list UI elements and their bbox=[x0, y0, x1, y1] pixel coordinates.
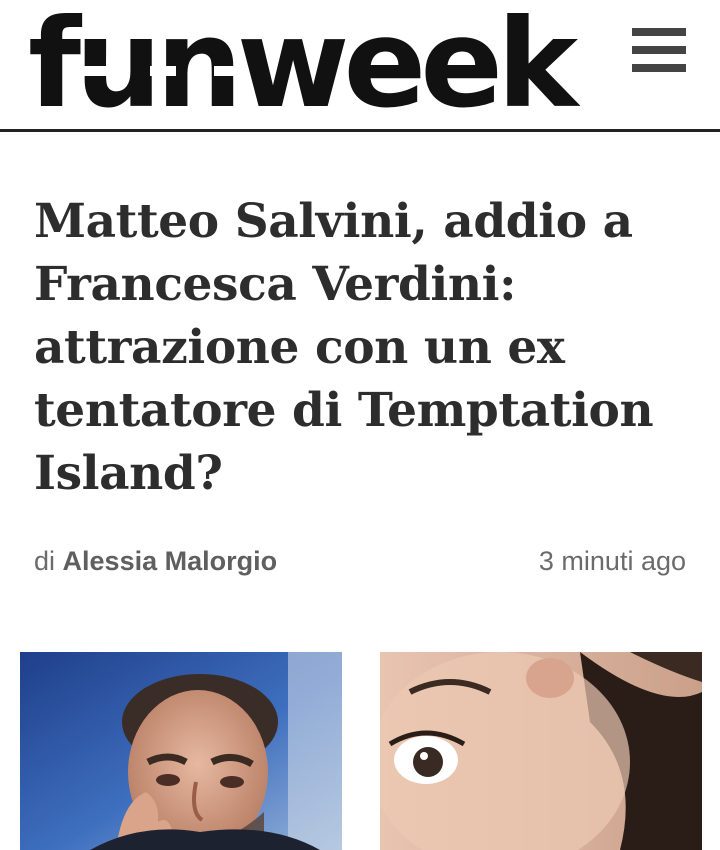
site-logo[interactable]: funweek bbox=[28, 2, 578, 127]
article-title: Matteo Salvini, addio a Francesca Verdin… bbox=[34, 190, 704, 505]
author-link[interactable]: Alessia Malorgio bbox=[63, 546, 278, 576]
woman-portrait-photo[interactable] bbox=[380, 652, 702, 850]
article-title-line: Island? bbox=[34, 446, 223, 501]
man-portrait-illustration bbox=[20, 652, 342, 850]
byline: di Alessia Malorgio bbox=[34, 546, 277, 577]
logo-cut bbox=[82, 66, 108, 76]
hamburger-icon[interactable] bbox=[628, 26, 690, 76]
logo-text: funweek bbox=[28, 0, 578, 135]
article-title-line: attrazione con un ex bbox=[34, 320, 565, 375]
woman-portrait-illustration bbox=[380, 652, 702, 850]
site-header: funweek bbox=[0, 0, 720, 132]
logo-cut bbox=[150, 66, 176, 76]
byline-prefix: di bbox=[34, 546, 56, 576]
man-portrait-photo[interactable] bbox=[20, 652, 342, 850]
article-title-line: tentatore di Temptation bbox=[34, 383, 654, 438]
logo-cut bbox=[214, 66, 240, 76]
article-timestamp: 3 minuti ago bbox=[538, 546, 686, 576]
article-title-line: Francesca Verdini: bbox=[34, 257, 517, 312]
article-title-line: Matteo Salvini, addio a bbox=[34, 194, 633, 249]
